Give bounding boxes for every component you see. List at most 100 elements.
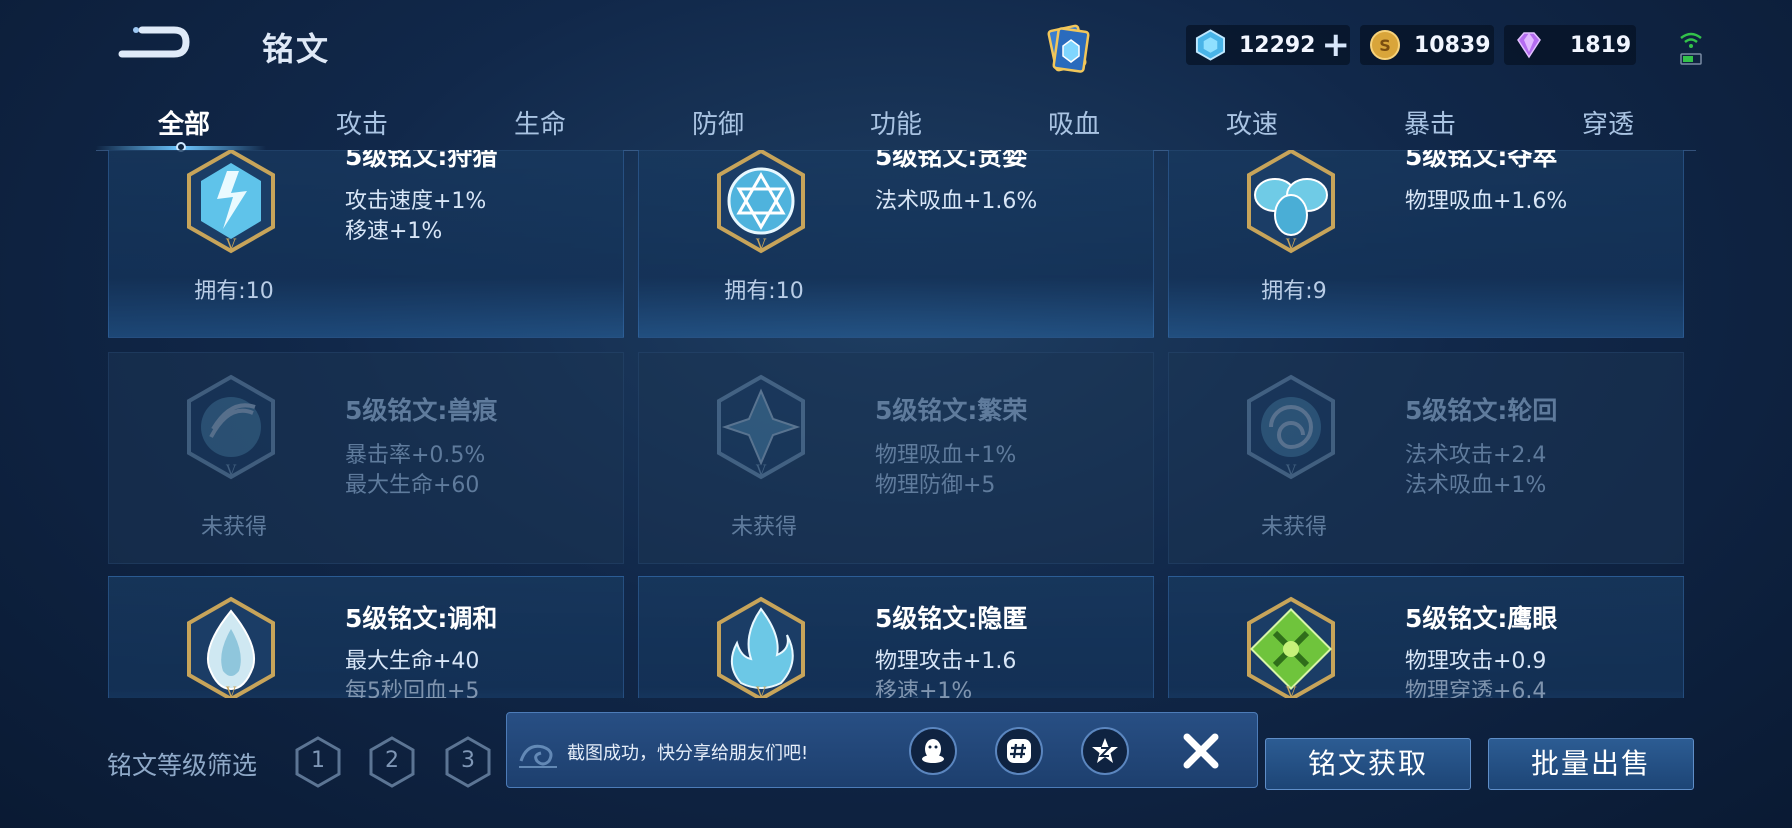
qzone-icon <box>1092 738 1118 763</box>
tab-utility[interactable]: 功能 <box>826 104 966 141</box>
rune-attr: 每5秒回血+5 <box>345 679 480 698</box>
qq-icon <box>922 739 944 763</box>
svg-text:V: V <box>1285 463 1297 479</box>
rune-attr: 物理攻击+0.9 <box>1405 649 1547 674</box>
level-filter-1[interactable]: 1 <box>294 736 342 788</box>
level-number: 1 <box>311 748 325 773</box>
svg-text:V: V <box>1285 237 1297 253</box>
rune-card[interactable]: V 5级铭文:轮回 法术攻击+2.4 法术吸血+1% 未获得 <box>1168 352 1684 564</box>
tab-attack-speed[interactable]: 攻速 <box>1182 104 1322 141</box>
screenshot-share-toast: 截图成功，快分享给朋友们吧! <box>506 712 1258 788</box>
gem-currency: 12292 + <box>1186 25 1350 65</box>
rune-attr: 法术吸血+1.6% <box>875 189 1038 214</box>
diamond-currency: 1819 <box>1504 25 1636 65</box>
top-bar: 铭文 12292 + S 10839 1819 <box>0 0 1792 95</box>
gold-coin-icon: S <box>1370 30 1400 60</box>
network-signal-icon <box>1677 28 1705 68</box>
level-number: 2 <box>385 748 399 773</box>
owned-count: 拥有:10 <box>194 279 274 304</box>
svg-text:V: V <box>1285 685 1297 698</box>
rune-card[interactable]: V 5级铭文:兽痕 暴击率+0.5% 最大生命+60 未获得 <box>108 352 624 564</box>
rune-attr: 法术吸血+1% <box>1405 473 1547 498</box>
tab-crit[interactable]: 暴击 <box>1360 104 1500 141</box>
rune-attr: 物理攻击+1.6 <box>875 649 1017 674</box>
level-filter-3[interactable]: 3 <box>444 736 492 788</box>
rune-name: 5级铭文:狩猎 <box>345 150 498 171</box>
rune-card[interactable]: V 5级铭文:调和 最大生命+40 每5秒回血+5 <box>108 576 624 698</box>
svg-text:V: V <box>225 463 237 479</box>
rune-name: 5级铭文:轮回 <box>1405 396 1558 425</box>
page-title: 铭文 <box>262 30 331 68</box>
tab-attack[interactable]: 攻击 <box>292 104 432 141</box>
rune-attr: 最大生命+40 <box>345 649 480 674</box>
unobtained-label: 未获得 <box>1260 515 1327 540</box>
rune-name: 5级铭文:鹰眼 <box>1405 604 1558 633</box>
rune-card[interactable]: V 5级铭文:夺萃 物理吸血+1.6% 拥有:9 <box>1168 150 1684 338</box>
svg-text:V: V <box>225 237 237 253</box>
knot-rune-icon: V <box>1247 150 1335 254</box>
rune-grid: V 5级铭文:狩猎 攻击速度+1% 移速+1% 拥有:10 V 5级铭文:贪婪 … <box>108 150 1684 698</box>
owned-count: 拥有:10 <box>724 279 804 304</box>
owned-count: 拥有:9 <box>1261 279 1327 304</box>
get-runes-button[interactable]: 铭文获取 <box>1265 738 1471 790</box>
rune-card[interactable]: V 5级铭文:隐匿 物理攻击+1.6 移速+1% <box>638 576 1154 698</box>
close-toast-button[interactable] <box>1175 725 1227 777</box>
tab-penetration[interactable]: 穿透 <box>1538 104 1678 141</box>
level-filter-label: 铭文等级筛选 <box>107 751 258 780</box>
unobtained-label: 未获得 <box>200 515 267 540</box>
rune-attr: 移速+1% <box>345 219 443 244</box>
tab-lifesteal[interactable]: 吸血 <box>1004 104 1144 141</box>
rune-attr: 暴击率+0.5% <box>345 443 486 468</box>
gem-icon <box>1195 29 1226 61</box>
bulk-sell-button[interactable]: 批量出售 <box>1488 738 1694 790</box>
close-icon <box>1183 733 1219 769</box>
toast-message: 截图成功，快分享给朋友们吧! <box>567 743 809 764</box>
rune-name: 5级铭文:夺萃 <box>1405 150 1558 171</box>
rune-attr: 移速+1% <box>875 679 973 698</box>
flame-rune-icon: V <box>717 596 805 698</box>
rune-name: 5级铭文:调和 <box>345 604 498 633</box>
drop-rune-icon: V <box>187 596 275 698</box>
svg-text:V: V <box>225 685 237 698</box>
unobtained-label: 未获得 <box>730 515 797 540</box>
rune-card[interactable]: V 5级铭文:繁荣 物理吸血+1% 物理防御+5 未获得 <box>638 352 1154 564</box>
gold-currency: S 10839 <box>1360 25 1494 65</box>
rune-attr: 物理穿透+6.4 <box>1405 679 1547 698</box>
rune-name: 5级铭文:繁荣 <box>875 396 1028 425</box>
level-filter-2[interactable]: 2 <box>368 736 416 788</box>
rune-name: 5级铭文:隐匿 <box>875 604 1028 633</box>
rune-attr: 物理防御+5 <box>875 473 996 498</box>
rune-card[interactable]: V 5级铭文:鹰眼 物理攻击+0.9 物理穿透+6.4 <box>1168 576 1684 698</box>
rune-attr: 物理吸血+1.6% <box>1405 189 1568 214</box>
vortex-rune-icon: V <box>1247 374 1335 480</box>
rune-card[interactable]: V 5级铭文:狩猎 攻击速度+1% 移速+1% 拥有:10 <box>108 150 624 338</box>
share-qzone-button[interactable] <box>1081 727 1129 775</box>
tab-health[interactable]: 生命 <box>470 104 610 141</box>
gem-count: 12292 <box>1238 32 1316 58</box>
rune-attr: 法术攻击+2.4 <box>1405 443 1547 468</box>
crystal-rune-icon: V <box>717 374 805 480</box>
rune-name: 5级铭文:贪婪 <box>875 150 1028 171</box>
rune-card[interactable]: V 5级铭文:贪婪 法术吸血+1.6% 拥有:10 <box>638 150 1154 338</box>
back-arrow-icon <box>118 26 190 58</box>
add-gem-button[interactable]: + <box>1322 28 1351 62</box>
gold-count: 10839 <box>1414 32 1491 58</box>
share-hashtag-button[interactable] <box>995 727 1043 775</box>
lightning-rune-icon: V <box>187 150 275 254</box>
cloud-swirl-icon <box>519 744 557 768</box>
rune-attr: 物理吸血+1% <box>875 443 1017 468</box>
diamond-count: 1819 <box>1570 32 1632 58</box>
rune-deck-icon[interactable] <box>1038 20 1098 80</box>
tab-defense[interactable]: 防御 <box>648 104 788 141</box>
rune-name: 5级铭文:兽痕 <box>345 396 498 425</box>
share-qq-button[interactable] <box>909 727 957 775</box>
rune-attr: 最大生命+60 <box>345 473 480 498</box>
back-button[interactable] <box>112 22 192 66</box>
diamond-icon <box>1517 32 1541 59</box>
green-cross-rune-icon: V <box>1247 596 1335 698</box>
svg-text:V: V <box>755 685 767 698</box>
tab-all[interactable]: 全部 <box>114 104 254 141</box>
svg-text:V: V <box>755 463 767 479</box>
category-tabs: 全部 攻击 生命 防御 功能 吸血 攻速 暴击 穿透 <box>96 96 1696 154</box>
claw-rune-icon: V <box>187 374 275 480</box>
